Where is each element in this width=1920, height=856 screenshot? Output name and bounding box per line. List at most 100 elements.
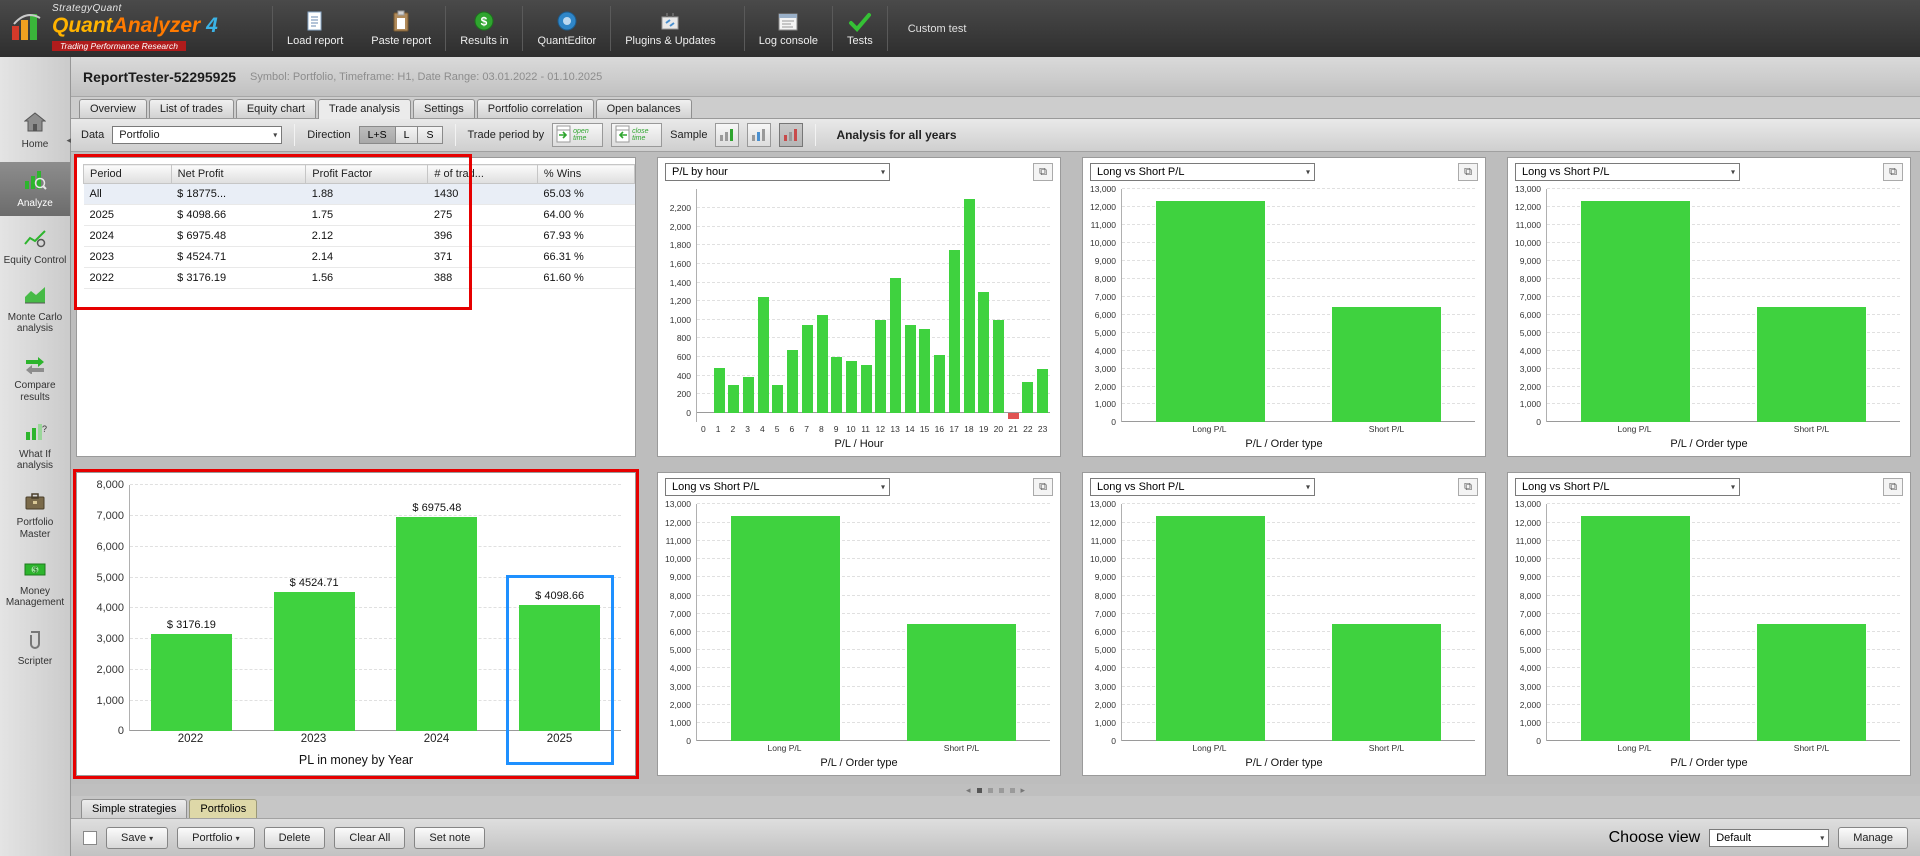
sidebar-item-money-management[interactable]: $ Money Management — [0, 552, 70, 616]
results-in-button[interactable]: $ Results in — [446, 0, 522, 57]
save-button[interactable]: Save ▾ — [106, 826, 169, 849]
y-tick: 10,000 — [1090, 554, 1116, 565]
clear-all-button[interactable]: Clear All — [334, 826, 406, 849]
y-tick: 12,000 — [1515, 517, 1541, 528]
tab-open-balances[interactable]: Open balances — [595, 99, 692, 119]
col-net-profit[interactable]: Net Profit — [170, 164, 307, 185]
delete-button[interactable]: Delete — [263, 826, 326, 849]
chart-x-axis-title: P/L / Hour — [834, 438, 884, 451]
col-num-trades[interactable]: # of trad... — [427, 164, 538, 185]
y-tick: 7,000 — [669, 608, 691, 619]
selected-data-source: Portfolio — [119, 129, 160, 142]
tests-button[interactable]: Tests — [833, 0, 887, 57]
y-tick: 8,000 — [1094, 590, 1116, 601]
chart-type-dropdown[interactable]: Long vs Short P/L ▾ — [665, 478, 891, 497]
table-row-all[interactable]: All $ 18775... 1.88 1430 65.03 % — [83, 183, 635, 206]
chart-panel-header: Long vs Short P/L ▾ ⧉ — [1508, 473, 1910, 498]
cell-period: 2024 — [83, 225, 172, 248]
col-pct-wins[interactable]: % Wins — [536, 164, 636, 185]
log-console-button[interactable]: Log console — [745, 0, 832, 57]
popout-icon[interactable]: ⧉ — [1883, 478, 1903, 497]
chart-type-dropdown[interactable]: Long vs Short P/L ▾ — [1090, 478, 1316, 497]
pager-prev-icon[interactable]: ◂ — [966, 785, 971, 795]
quantanalyzer-window: StrategyQuant QuantAnalyzer 4 Trading Pe… — [0, 0, 1920, 856]
tab-simple-strategies[interactable]: Simple strategies — [81, 799, 188, 818]
sidebar-collapse-arrow[interactable]: ◂ — [66, 135, 71, 146]
tab-portfolio-correlation[interactable]: Portfolio correlation — [476, 99, 594, 119]
sidebar-item-analyze[interactable]: Analyze — [0, 162, 70, 217]
load-report-button[interactable]: Load report — [273, 0, 357, 57]
open-time-button[interactable]: open time — [552, 123, 604, 148]
paste-report-button[interactable]: Paste report — [357, 0, 445, 57]
cell-period: 2025 — [83, 204, 172, 227]
pager-dot-1[interactable] — [976, 787, 982, 793]
pager-dot-2[interactable] — [987, 787, 993, 793]
table-row-2025[interactable]: 2025 $ 4098.66 1.75 275 64.00 % — [83, 204, 635, 227]
sample-chart-icon-2[interactable] — [747, 123, 772, 148]
pager-d0t-3[interactable] — [998, 787, 1004, 793]
sidebar-item-scripter[interactable]: Scripter — [0, 621, 70, 675]
popout-icon[interactable]: ⧉ — [1033, 163, 1053, 182]
direction-long-button[interactable]: L — [395, 126, 419, 145]
sidebar-item-monte-carlo[interactable]: Monte Carlo analysis — [0, 278, 70, 342]
bar-Long P/L — [1155, 201, 1265, 423]
y-tick: 13,000 — [1090, 184, 1116, 195]
pager-dot-4[interactable] — [1009, 787, 1015, 793]
x-tick: Short P/L — [1793, 424, 1830, 435]
table-row-2023[interactable]: 2023 $ 4524.71 2.14 371 66.31 % — [83, 246, 635, 269]
chart-type-dropdown[interactable]: Long vs Short P/L ▾ — [1515, 163, 1741, 182]
popout-icon[interactable]: ⧉ — [1458, 163, 1478, 182]
sidebar-item-what-if[interactable]: ? What If analysis — [0, 415, 70, 479]
y-axis: 0 1,000 2,000 3,000 4,000 5,000 6,000 7,000 8,00… — [1085, 184, 1121, 427]
popout-icon[interactable]: ⧉ — [1033, 478, 1053, 497]
direction-short-button[interactable]: S — [418, 126, 443, 145]
plugins-updates-button[interactable]: Plugins & Updates — [611, 0, 730, 57]
popout-icon[interactable]: ⧉ — [1458, 478, 1478, 497]
chart-type-dropdown[interactable]: Long vs Short P/L ▾ — [1090, 163, 1316, 182]
tab-equity-chart[interactable]: Equity chart — [235, 99, 316, 119]
tab-overview[interactable]: Overview — [79, 99, 147, 119]
tab-portfolios[interactable]: Portfolios — [189, 799, 258, 818]
col-period[interactable]: Period — [83, 164, 172, 185]
quanteditor-button[interactable]: QuantEditor — [523, 0, 610, 57]
popout-icon[interactable]: ⧉ — [1883, 163, 1903, 182]
manage-button[interactable]: Manage — [1838, 826, 1908, 849]
x-tick: Short P/L — [1793, 743, 1830, 754]
paste-report-icon — [392, 10, 410, 32]
chart-type-dropdown[interactable]: Long vs Short P/L ▾ — [1515, 478, 1741, 497]
chart-type-dropdown[interactable]: P/L by hour ▾ — [665, 163, 891, 182]
bar-1 — [713, 368, 725, 414]
y-tick: 11,000 — [1090, 535, 1116, 546]
data-source-dropdown[interactable]: Portfolio ▾ — [112, 126, 283, 145]
choose-view-dropdown[interactable]: Default ▾ — [1709, 828, 1830, 847]
plot-area: $ 3176.19 $ 4524.71 $ 6975.48 $ 4098.66 — [129, 484, 621, 766]
sample-chart-icon-1[interactable] — [715, 123, 740, 148]
select-all-checkbox[interactable] — [83, 830, 97, 845]
table-row-2024[interactable]: 2024 $ 6975.48 2.12 396 67.93 % — [83, 225, 635, 248]
table-row-2022[interactable]: 2022 $ 3176.19 1.56 388 61.60 % — [83, 267, 635, 290]
sidebar-item-equity-control[interactable]: Equity Control — [0, 221, 70, 273]
direction-long-short-button[interactable]: L+S — [358, 126, 396, 145]
tab-trade-analysis[interactable]: Trade analysis — [317, 99, 412, 120]
bar-Short P/L — [907, 624, 1017, 742]
y-tick: 11,000 — [1515, 220, 1541, 231]
sidebar-item-home[interactable]: Home — [0, 105, 70, 157]
x-tick: 15 — [919, 424, 930, 435]
tab-settings[interactable]: Settings — [413, 99, 475, 119]
sidebar-item-portfolio-master[interactable]: Portfolio Master — [0, 484, 70, 548]
plot-area — [1546, 188, 1900, 423]
report-title: ReportTester-52295925 — [83, 68, 237, 85]
set-note-button[interactable]: Set note — [414, 826, 486, 849]
portfolio-button[interactable]: Portfolio ▾ — [177, 826, 255, 849]
close-time-button[interactable]: close time — [611, 123, 663, 148]
sample-chart-icon-3[interactable] — [779, 123, 804, 148]
selected-chart-type: Long vs Short P/L — [1097, 481, 1185, 494]
pager-next-icon[interactable]: ▸ — [1021, 785, 1026, 795]
chart-x-axis-title: P/L / Order type — [1670, 438, 1748, 451]
tab-list-of-trades[interactable]: List of trades — [148, 99, 234, 119]
bar-6 — [787, 349, 799, 414]
sidebar-item-compare-results[interactable]: Compare results — [0, 347, 70, 411]
bar-21 — [1007, 413, 1019, 419]
col-profit-factor[interactable]: Profit Factor — [305, 164, 429, 185]
sidebar-item-label: Monte Carlo analysis — [7, 311, 63, 335]
